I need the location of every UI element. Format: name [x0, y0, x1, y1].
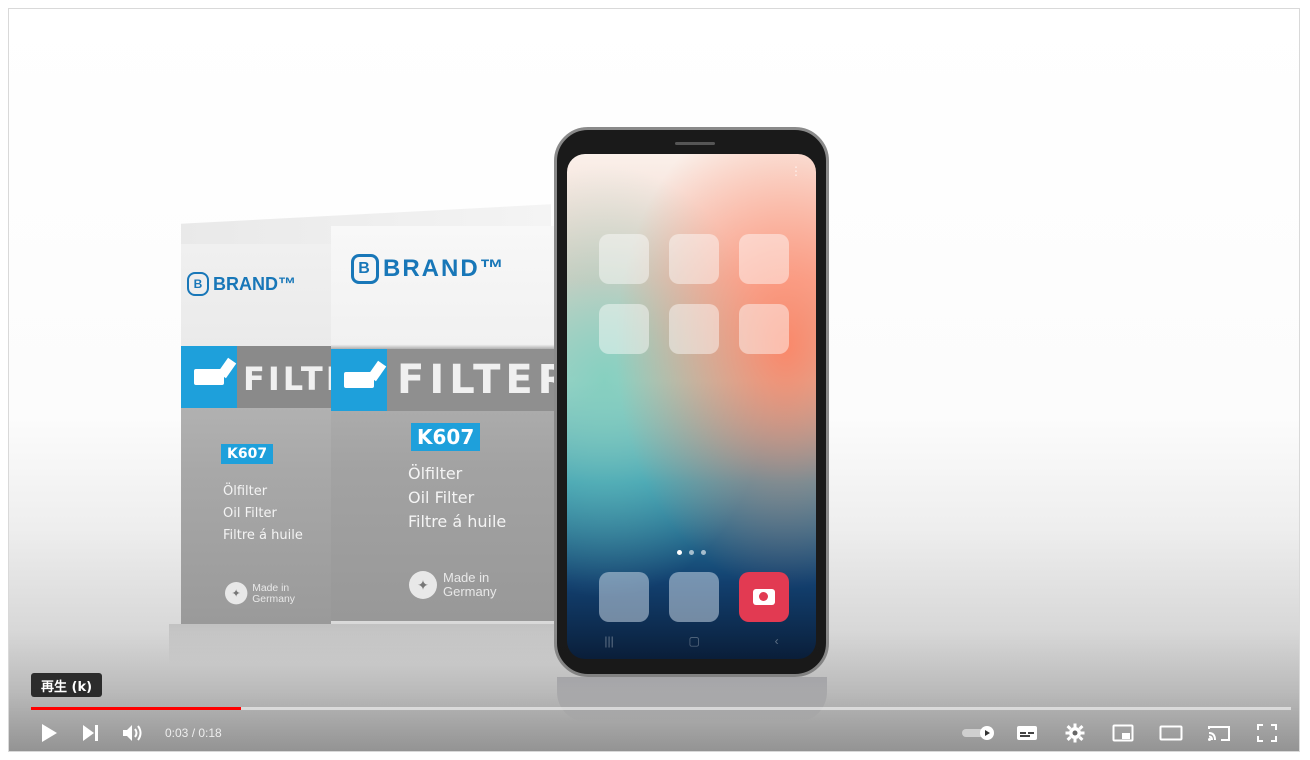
- theater-mode-button[interactable]: [1153, 719, 1189, 747]
- app-tile: [599, 304, 649, 354]
- phone-dock: [599, 572, 789, 622]
- app-tile: [599, 234, 649, 284]
- autoplay-toggle-icon: [962, 726, 994, 740]
- germany-seal-icon: ✦: [225, 582, 248, 605]
- progress-bar[interactable]: [31, 707, 1291, 710]
- cast-button[interactable]: [1201, 719, 1237, 747]
- app-tile: [739, 304, 789, 354]
- model-tag: K607: [411, 423, 481, 451]
- oil-can-icon: [181, 346, 237, 408]
- made-in-germany: ✦ Made in Germany: [225, 582, 300, 605]
- brand-mark-icon: B: [187, 272, 209, 296]
- filter-band: FILTER: [181, 346, 375, 408]
- brand-mark-icon: B: [351, 254, 379, 284]
- desc-en: Oil Filter: [408, 488, 475, 507]
- subtitles-button[interactable]: [1009, 719, 1045, 747]
- autoplay-toggle[interactable]: [961, 719, 997, 747]
- play-button[interactable]: [31, 719, 67, 747]
- desc-fr: Filtre á huile: [408, 512, 507, 531]
- app-tile: [669, 234, 719, 284]
- brand-logo: B BRAND™: [351, 254, 506, 284]
- product-box: B BRAND™ FILTER K607 Ölfilter Oil Filter…: [169, 204, 568, 634]
- fullscreen-icon: [1257, 724, 1277, 742]
- filter-band: FILTER: [331, 349, 568, 411]
- box-left-face: B BRAND™ FILTER K607 Ölfilter Oil Filter…: [181, 244, 375, 624]
- model-tag: K607: [221, 444, 274, 464]
- camera-app-icon: [739, 572, 789, 622]
- time-display: 0:03 / 0:18: [165, 726, 222, 740]
- next-button[interactable]: [73, 719, 109, 747]
- video-player[interactable]: B BRAND™ FILTER K607 Ölfilter Oil Filter…: [8, 8, 1300, 752]
- miniplayer-icon: [1112, 724, 1134, 742]
- dock-app: [669, 572, 719, 622]
- desc-de: Ölfilter: [408, 464, 463, 483]
- box-front-face: B BRAND™ FILTER K607 Ölfilter Oil Filter…: [331, 226, 568, 621]
- subtitles-icon: [1017, 726, 1037, 740]
- brand-text: BRAND™: [213, 273, 296, 294]
- desc-en: Oil Filter: [223, 506, 277, 521]
- app-grid: [599, 234, 789, 354]
- brand-logo-small: B BRAND™: [187, 272, 296, 296]
- more-vert-icon: ⋮: [790, 164, 802, 178]
- brand-text: BRAND™: [383, 255, 506, 282]
- settings-button[interactable]: [1057, 719, 1093, 747]
- page-indicator: [567, 550, 816, 555]
- made-in-germany: ✦ Made in Germany: [409, 571, 503, 599]
- desc-fr: Filtre á huile: [223, 528, 303, 543]
- fullscreen-button[interactable]: [1249, 719, 1285, 747]
- progress-played: [31, 707, 242, 710]
- app-tile: [739, 234, 789, 284]
- dock-app: [599, 572, 649, 622]
- miniplayer-button[interactable]: [1105, 719, 1141, 747]
- gear-icon: [1065, 723, 1085, 743]
- next-icon: [83, 725, 98, 741]
- phone-speaker: [675, 142, 715, 145]
- control-bar: 0:03 / 0:18: [31, 719, 1291, 747]
- play-icon: [42, 724, 57, 742]
- cast-icon: [1208, 726, 1230, 741]
- filter-word: FILTER: [397, 357, 574, 403]
- play-tooltip: 再生 (k): [31, 673, 103, 697]
- oil-can-icon: [331, 349, 387, 411]
- smartphone: ⋮ ||| ▢: [554, 127, 829, 677]
- volume-button[interactable]: [115, 719, 151, 747]
- theater-mode-icon: [1159, 725, 1183, 741]
- desc-de: Ölfilter: [223, 484, 268, 499]
- app-tile: [669, 304, 719, 354]
- germany-seal-icon: ✦: [409, 571, 437, 599]
- phone-screen: ⋮ ||| ▢: [567, 154, 816, 659]
- volume-icon: [123, 725, 142, 741]
